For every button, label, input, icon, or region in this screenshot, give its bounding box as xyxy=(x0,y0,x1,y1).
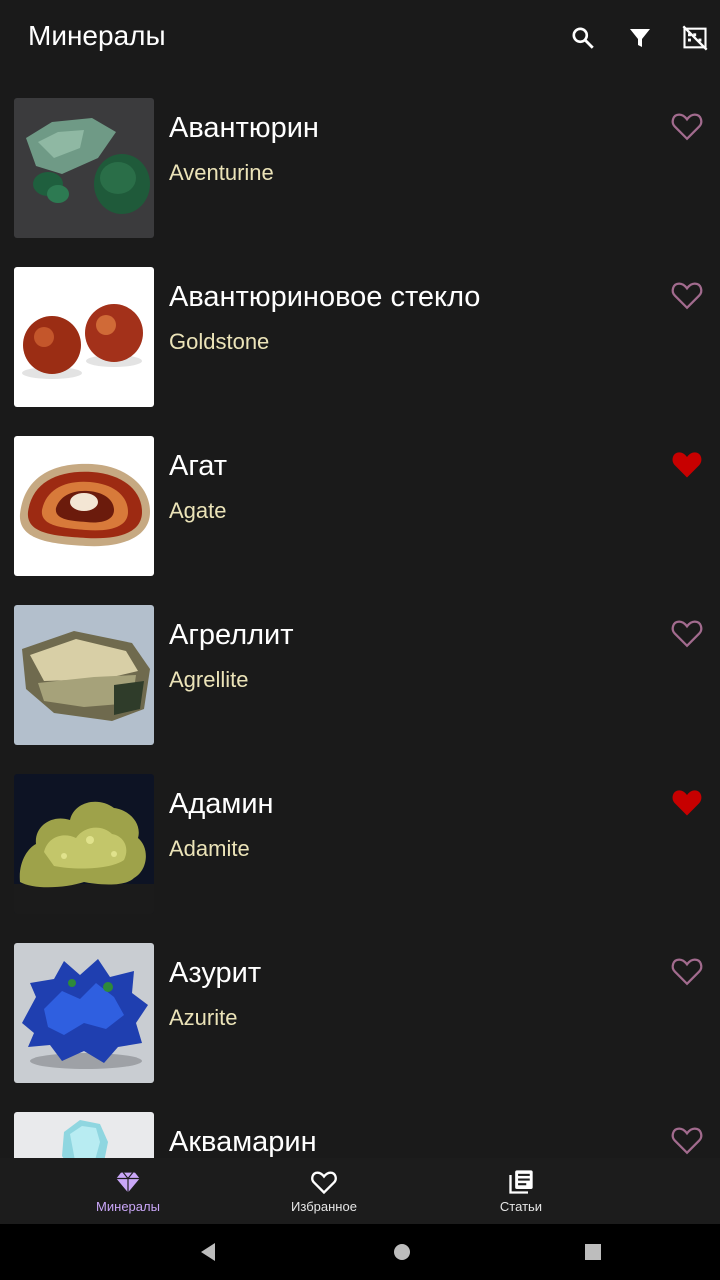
mineral-image xyxy=(14,267,154,407)
articles-icon xyxy=(509,1170,533,1194)
mineral-name: Авантюрин xyxy=(169,112,319,144)
hide-image-icon xyxy=(682,25,708,51)
mineral-image xyxy=(14,774,154,914)
mineral-latin-name: Azurite xyxy=(169,1005,238,1030)
mineral-name: Адамин xyxy=(169,788,274,820)
mineral-latin-name: Adamite xyxy=(169,836,250,861)
heart-filled-icon[interactable] xyxy=(670,786,704,818)
list-item[interactable]: Аквамарин xyxy=(0,1090,720,1158)
heart-outline-icon[interactable] xyxy=(670,955,704,987)
mineral-image xyxy=(14,943,154,1083)
heart-outline-icon[interactable] xyxy=(670,1124,704,1156)
top-app-bar: Минералы xyxy=(0,0,720,76)
search-icon xyxy=(572,27,594,49)
mineral-image xyxy=(14,98,154,238)
mineral-list[interactable]: Авантюрин Aventurine Авантюриновое стекл… xyxy=(0,76,720,1158)
recents-icon[interactable] xyxy=(581,1240,605,1264)
filter-button[interactable] xyxy=(622,20,658,56)
bottom-navigation: Минералы Избранное Статьи xyxy=(0,1158,720,1224)
tab-favorites[interactable]: Избранное xyxy=(224,1158,424,1224)
mineral-image xyxy=(14,436,154,576)
tab-label: Избранное xyxy=(291,1199,357,1214)
back-icon[interactable] xyxy=(196,1240,220,1264)
system-navigation-bar xyxy=(0,1224,720,1280)
heart-filled-icon[interactable] xyxy=(670,448,704,480)
list-item[interactable]: Агат Agate xyxy=(0,414,720,583)
mineral-latin-name: Goldstone xyxy=(169,329,270,354)
list-item[interactable]: Адамин Adamite xyxy=(0,752,720,921)
mineral-image xyxy=(14,605,154,745)
heart-outline-icon[interactable] xyxy=(670,617,704,649)
list-item[interactable]: Агреллит Agrellite xyxy=(0,583,720,752)
mineral-name: Аквамарин xyxy=(169,1126,317,1158)
home-icon[interactable] xyxy=(390,1240,414,1264)
search-button[interactable] xyxy=(565,20,601,56)
tab-label: Минералы xyxy=(96,1199,160,1214)
list-item[interactable]: Азурит Azurite xyxy=(0,921,720,1090)
mineral-name: Азурит xyxy=(169,957,262,989)
mineral-latin-name: Agate xyxy=(169,498,227,523)
mineral-latin-name: Agrellite xyxy=(169,667,249,692)
mineral-latin-name: Aventurine xyxy=(169,160,274,185)
heart-outline-icon[interactable] xyxy=(670,279,704,311)
mineral-name: Агат xyxy=(169,450,228,482)
hide-images-button[interactable] xyxy=(677,20,713,56)
list-item[interactable]: Авантюрин Aventurine xyxy=(0,76,720,245)
heart-outline-icon xyxy=(311,1171,337,1195)
heart-outline-icon[interactable] xyxy=(670,110,704,142)
tab-label: Статьи xyxy=(499,1199,543,1214)
page-title: Минералы xyxy=(28,20,166,51)
list-item[interactable]: Авантюриновое стекло Goldstone xyxy=(0,245,720,414)
mineral-name: Авантюриновое стекло xyxy=(169,281,481,313)
tab-minerals[interactable]: Минералы xyxy=(28,1158,228,1224)
tab-articles[interactable]: Статьи xyxy=(421,1158,621,1224)
gem-icon xyxy=(116,1172,140,1193)
mineral-image xyxy=(14,1112,154,1158)
filter-icon xyxy=(630,29,650,47)
mineral-name: Агреллит xyxy=(169,619,294,651)
